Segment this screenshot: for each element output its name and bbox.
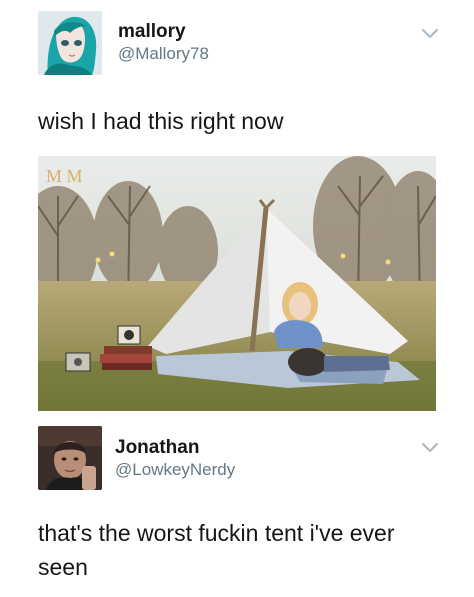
tweet-text: wish I had this right now	[38, 108, 284, 134]
display-name[interactable]: Jonathan	[115, 437, 199, 459]
chevron-down-icon[interactable]	[421, 442, 439, 454]
tweet-photo[interactable]: M M	[38, 156, 436, 411]
selfie-avatar-icon	[38, 426, 102, 490]
user-handle[interactable]: @Mallory78	[118, 44, 209, 64]
tweet-jonathan: Jonathan @LowkeyNerdy that's the worst f…	[0, 412, 474, 597]
photo-watermark: M M	[46, 166, 83, 186]
tweet-mallory: mallory @Mallory78 wish I had this right…	[0, 0, 474, 150]
avatar-mallory[interactable]	[38, 11, 102, 75]
user-handle[interactable]: @LowkeyNerdy	[115, 460, 235, 480]
anime-avatar-icon	[38, 11, 102, 75]
tweet-text: that's the worst fuckin tent i've ever s…	[38, 520, 395, 580]
display-name[interactable]: mallory	[118, 21, 186, 43]
avatar-jonathan[interactable]	[38, 426, 102, 490]
chevron-down-icon[interactable]	[421, 28, 439, 40]
couple-tent-photo: M M	[38, 156, 436, 411]
